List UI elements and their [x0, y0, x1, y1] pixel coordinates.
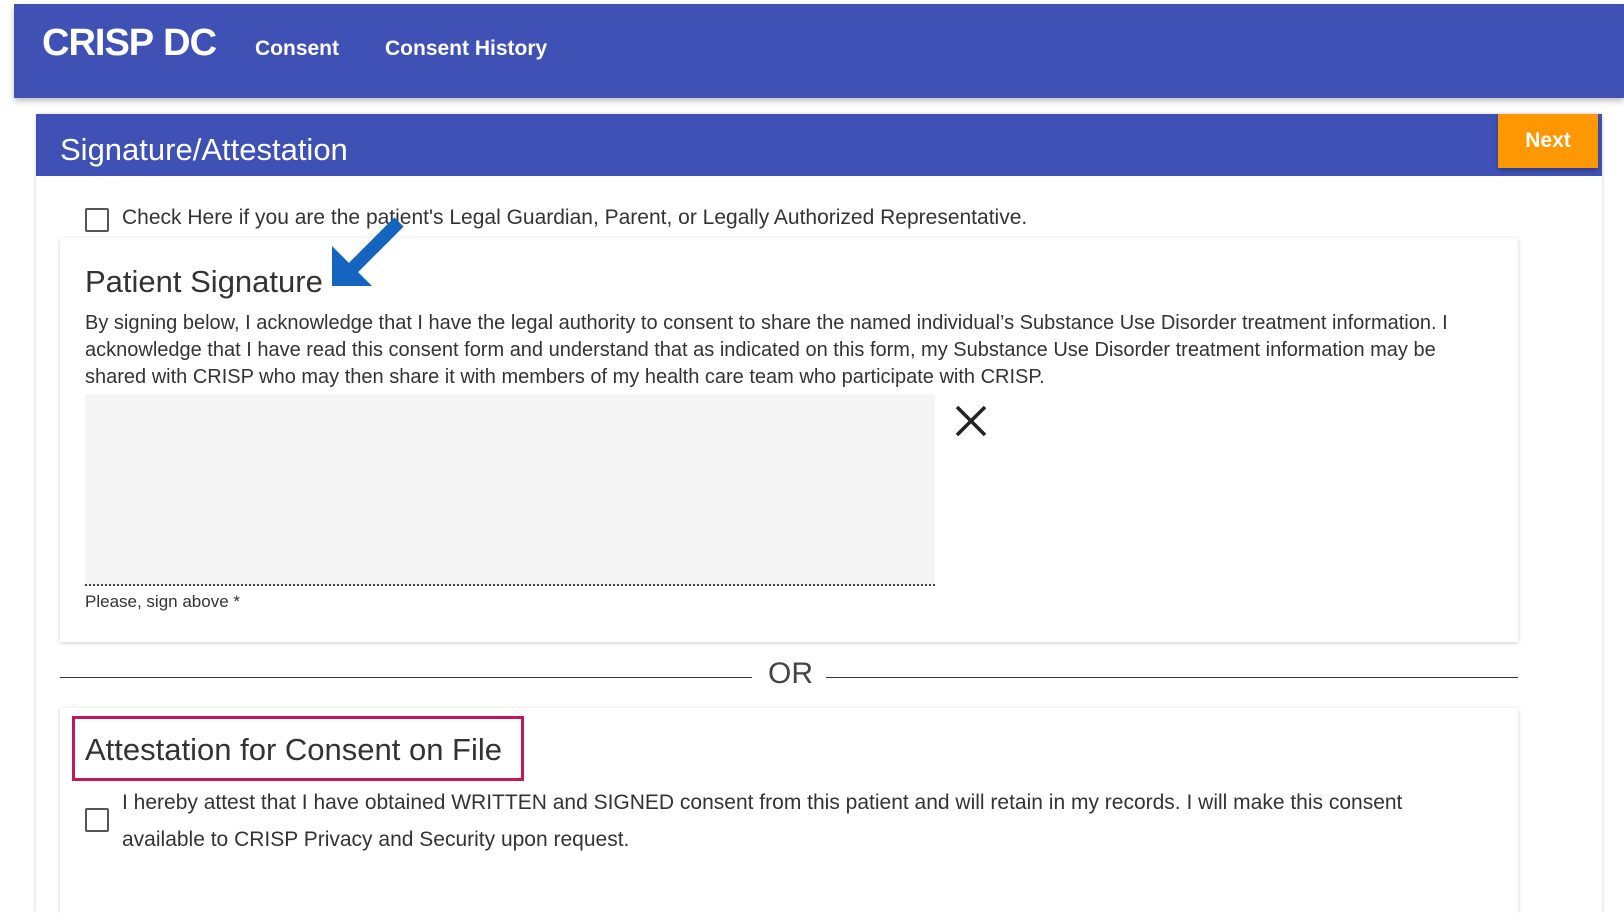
arrow-down-left-icon [329, 214, 409, 299]
guardian-checkbox-label: Check Here if you are the patient's Lega… [122, 206, 1028, 229]
signature-hint: Please, sign above * [85, 592, 240, 611]
logo-crisp-text: CRISP [42, 22, 154, 64]
acknowledgement-text: By signing below, I acknowledge that I h… [85, 312, 1448, 388]
or-divider-label: OR [768, 657, 813, 690]
patient-signature-card: Patient Signature By signing below, I ac… [60, 238, 1518, 642]
close-icon[interactable] [954, 404, 988, 443]
signature-attestation-panel: Signature/Attestation Next Check Here if… [36, 114, 1602, 913]
attestation-checkbox[interactable] [85, 808, 109, 832]
guardian-checkbox[interactable] [85, 208, 109, 232]
signature-pad[interactable] [85, 394, 935, 586]
nav-consent[interactable]: Consent [255, 37, 339, 61]
logo-dc-text: DC [163, 22, 217, 64]
patient-signature-title: Patient Signature [85, 264, 323, 299]
top-navbar: CRISP DC Consent Consent History [14, 4, 1624, 98]
next-button[interactable]: Next [1498, 114, 1598, 168]
panel-header: Signature/Attestation Next [36, 114, 1602, 176]
panel-title: Signature/Attestation [60, 132, 348, 167]
divider-line-left [60, 677, 752, 678]
attestation-text: I hereby attest that I have obtained WRI… [122, 791, 1403, 851]
nav-consent-history[interactable]: Consent History [385, 37, 547, 61]
divider-line-right [826, 677, 1518, 678]
crisp-dc-logo[interactable]: CRISP DC [42, 22, 217, 65]
attestation-title: Attestation for Consent on File [85, 732, 503, 767]
